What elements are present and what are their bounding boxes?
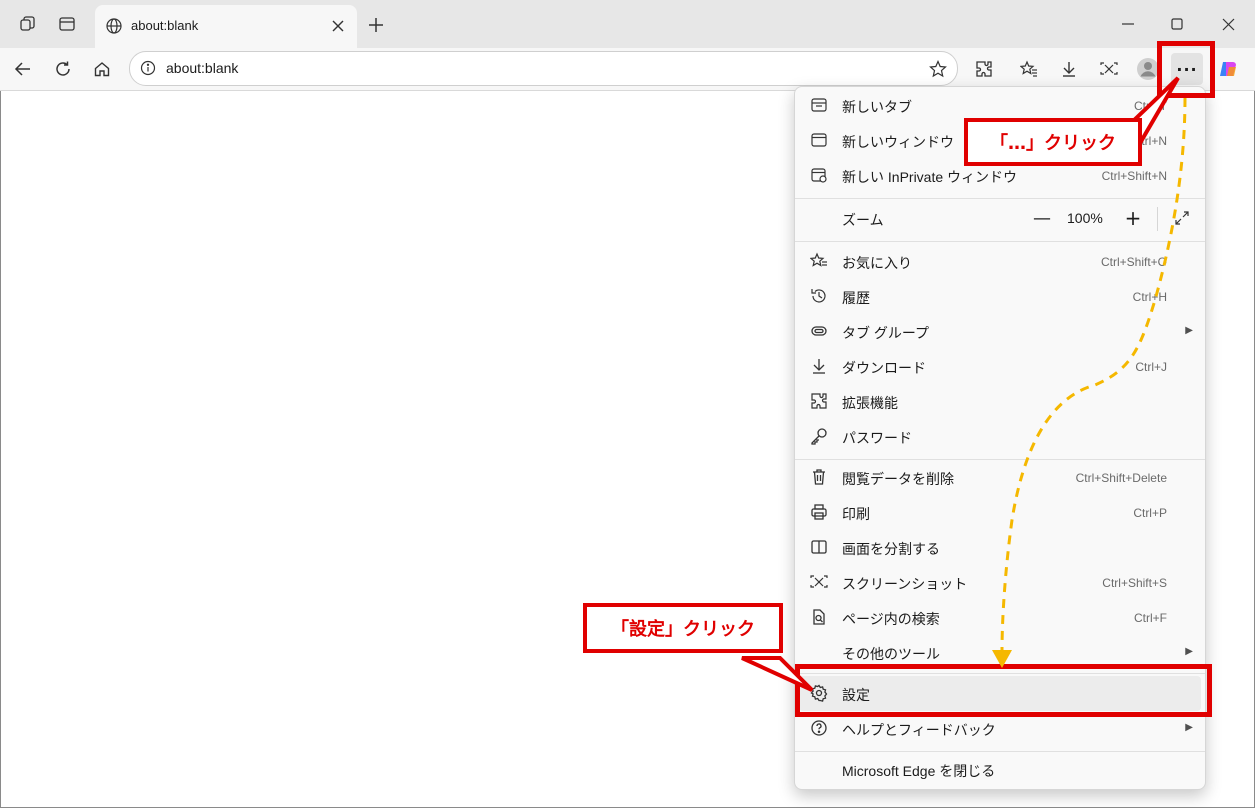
settings-callout: 「設定」クリック: [583, 603, 783, 653]
settings-callout-pointer: [741, 656, 814, 692]
guide-arrow-line: [1000, 97, 1187, 651]
guide-arrow-head: [992, 650, 1012, 668]
more-callout: 「…」クリック: [964, 118, 1142, 166]
